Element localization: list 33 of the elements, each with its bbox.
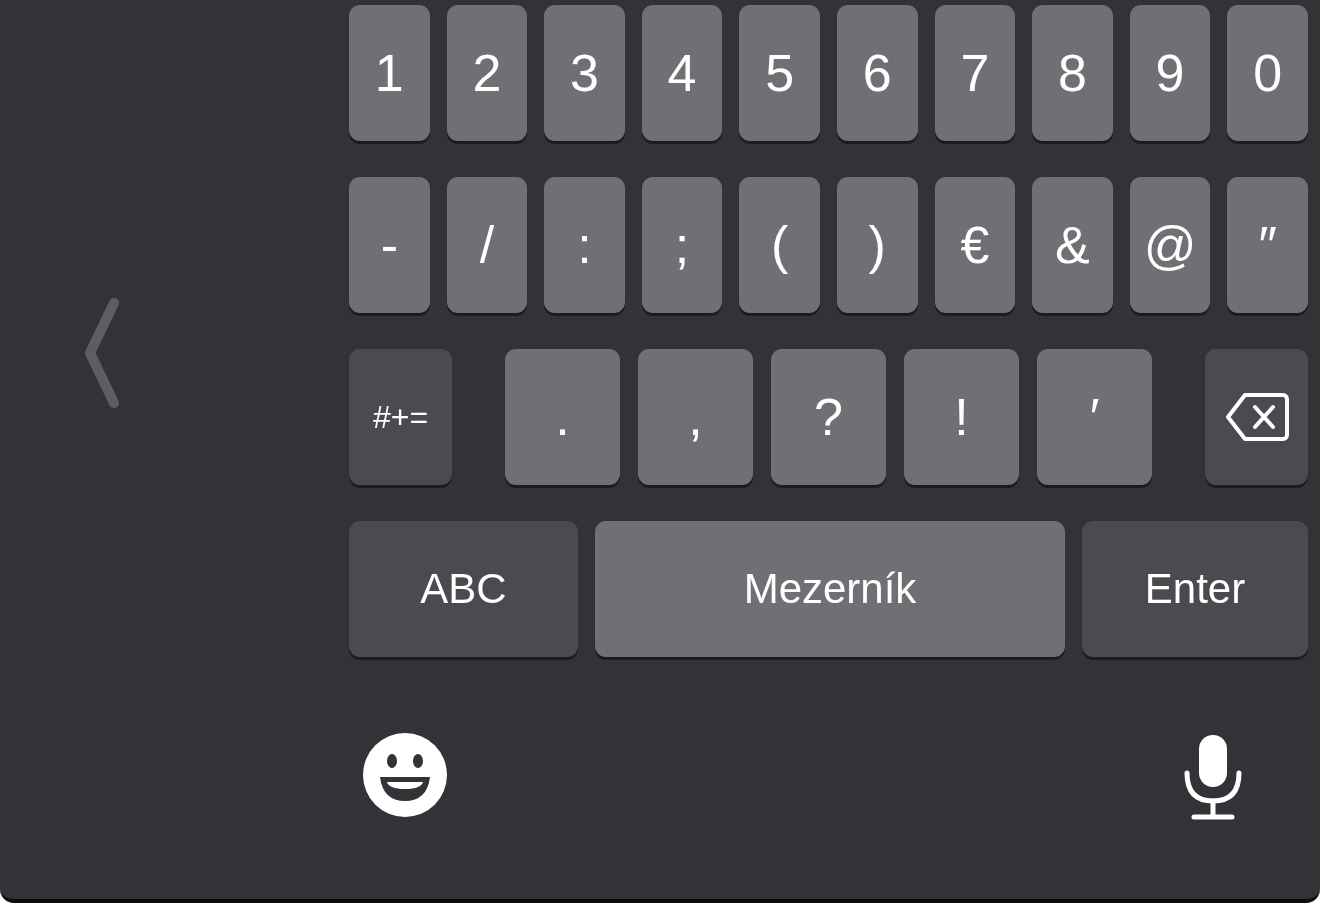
key[interactable]: ″ (1227, 177, 1308, 313)
symbols-key[interactable]: #+= (349, 349, 452, 485)
key[interactable]: ? (771, 349, 886, 485)
key[interactable]: ′ (1037, 349, 1152, 485)
key[interactable]: @ (1129, 177, 1211, 313)
backspace-icon (1224, 391, 1289, 443)
space-key[interactable]: Mezerník (595, 521, 1065, 657)
key[interactable]: 0 (1227, 5, 1308, 141)
microphone-icon[interactable] (1182, 733, 1244, 821)
key[interactable]: ) (836, 177, 918, 313)
mode-key[interactable]: ABC (349, 521, 578, 657)
key[interactable]: 9 (1129, 5, 1211, 141)
key[interactable]: : (544, 177, 625, 313)
key[interactable]: / (446, 177, 528, 313)
key[interactable]: 8 (1032, 5, 1113, 141)
emoji-icon[interactable] (363, 733, 447, 817)
key[interactable]: & (1032, 177, 1113, 313)
key[interactable]: 1 (349, 5, 430, 141)
key[interactable]: 7 (934, 5, 1016, 141)
key[interactable]: € (934, 177, 1016, 313)
key[interactable]: 6 (836, 5, 918, 141)
key[interactable]: ; (641, 177, 723, 313)
key[interactable]: , (638, 349, 753, 485)
key[interactable]: ! (904, 349, 1019, 485)
key[interactable]: - (349, 177, 430, 313)
key[interactable]: 5 (739, 5, 820, 141)
key[interactable]: . (505, 349, 620, 485)
key[interactable]: 4 (641, 5, 723, 141)
enter-key[interactable]: Enter (1082, 521, 1308, 657)
backspace-key[interactable] (1205, 349, 1308, 485)
key[interactable]: 3 (544, 5, 625, 141)
key[interactable]: ( (739, 177, 820, 313)
key[interactable]: 2 (446, 5, 528, 141)
